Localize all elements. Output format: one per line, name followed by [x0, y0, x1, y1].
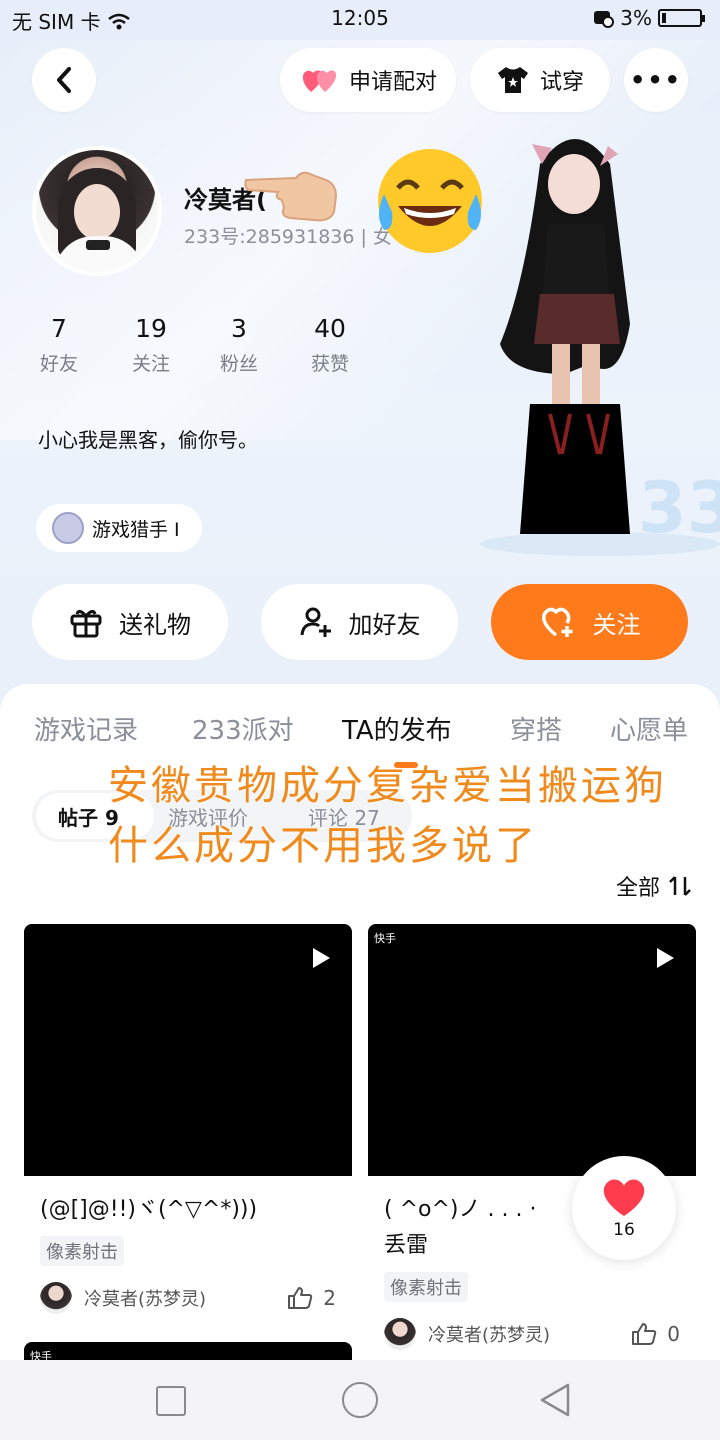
try-on-button[interactable]: 试穿: [470, 48, 610, 112]
heart-plus-icon: [541, 607, 572, 637]
like-count-value: 0: [667, 1322, 680, 1346]
like-count[interactable]: 2: [287, 1286, 336, 1310]
video-watermark: 快手: [374, 932, 396, 945]
stat-label: 关注: [131, 353, 170, 375]
status-bar: 无 SIM 卡 12:05 3%: [0, 0, 720, 34]
video-thumbnail[interactable]: 快手: [368, 924, 696, 1176]
tab-outfits[interactable]: 穿搭: [510, 710, 562, 747]
battery-icon: [658, 9, 705, 27]
gift-icon: [70, 609, 102, 638]
svg-text:33: 33: [638, 467, 720, 549]
stat-value: 3: [231, 314, 247, 343]
battery-percent: 3%: [620, 6, 652, 30]
tab-game-record[interactable]: 游戏记录: [34, 710, 138, 747]
stat-following[interactable]: 19 关注: [116, 314, 186, 376]
add-friend-label: 加好友: [348, 610, 421, 639]
more-button[interactable]: •••: [624, 48, 688, 112]
stat-fans[interactable]: 3 粉丝: [204, 314, 274, 376]
recent-apps-button[interactable]: [156, 1386, 186, 1416]
sort-arrows-icon: [669, 876, 691, 896]
post-card[interactable]: 快手 ( ^o^)ノ . . . · 丢雷 像素射击 冷莫者(苏梦灵) 0: [368, 924, 696, 1350]
profile-avatar[interactable]: [32, 146, 162, 276]
post-card[interactable]: (@[]@!!)ヾ(^▽^*))) 像素射击 冷莫者(苏梦灵) 2: [24, 924, 352, 1314]
thumbs-up-icon: [632, 1323, 657, 1345]
sort-filter[interactable]: 全部: [616, 870, 692, 902]
play-icon: [313, 948, 330, 968]
follow-button[interactable]: 关注: [491, 584, 688, 660]
badge-label: 游戏猎手 I: [92, 518, 180, 541]
data-saver-icon: [594, 11, 615, 28]
avatar: [40, 1282, 72, 1314]
double-heart-icon: [302, 70, 337, 92]
author-name: 冷莫者(苏梦灵): [428, 1325, 551, 1346]
stat-friends[interactable]: 7 好友: [24, 314, 94, 376]
heart-icon: [603, 1179, 645, 1216]
play-icon: [657, 948, 674, 968]
add-user-icon: [300, 607, 331, 637]
pointing-hand-sticker: [244, 171, 338, 222]
like-count[interactable]: 0: [631, 1322, 680, 1346]
home-button[interactable]: [342, 1382, 378, 1418]
stat-value: 19: [135, 314, 167, 343]
like-count-value: 2: [323, 1286, 336, 1310]
post-title: (@[]@!!)ヾ(^▽^*))): [40, 1197, 258, 1222]
floating-like-button[interactable]: 16: [572, 1156, 676, 1260]
stat-likes[interactable]: 40 获赞: [295, 314, 365, 376]
send-gift-label: 送礼物: [119, 610, 191, 639]
tab-ta-posts[interactable]: TA的发布: [342, 710, 452, 747]
apply-pair-label: 申请配对: [348, 70, 437, 95]
profile-uid: 233号:285931836 | 女: [184, 226, 392, 248]
stat-label: 好友: [39, 353, 78, 375]
back-button[interactable]: [32, 48, 96, 112]
game-tag[interactable]: 像素射击: [384, 1272, 468, 1302]
tshirt-icon: [497, 67, 528, 93]
profile-bio: 小心我是黑客，偷你号。: [38, 428, 258, 452]
floating-like-count: 16: [613, 1220, 635, 1240]
overlay-caption: 安徽贵物成分复杂爱当搬运狗什么成分不用我多说了: [108, 763, 667, 869]
sort-label: 全部: [615, 876, 660, 901]
tab-233-party[interactable]: 233派对: [192, 710, 294, 747]
add-friend-button[interactable]: 加好友: [261, 584, 458, 660]
tab-wishlist[interactable]: 心愿单: [610, 710, 688, 747]
stat-label: 获赞: [310, 353, 349, 375]
more-dots-icon: •••: [629, 66, 683, 94]
hunter-badge-icon: [52, 512, 84, 544]
stat-value: 40: [314, 314, 346, 343]
try-on-label: 试穿: [539, 70, 584, 95]
stat-value: 7: [51, 314, 67, 343]
avatar: [384, 1318, 416, 1350]
post-author[interactable]: 冷莫者(苏梦灵) 0: [368, 1302, 696, 1350]
follow-label: 关注: [592, 610, 641, 639]
apply-pair-button[interactable]: 申请配对: [280, 48, 456, 112]
thumbs-up-icon: [288, 1287, 313, 1309]
post-author[interactable]: 冷莫者(苏梦灵) 2: [24, 1266, 352, 1314]
game-tag[interactable]: 像素射击: [40, 1236, 124, 1266]
back-nav-button[interactable]: [538, 1382, 572, 1418]
achievement-badge[interactable]: 游戏猎手 I: [36, 504, 202, 552]
send-gift-button[interactable]: 送礼物: [32, 584, 228, 660]
chevron-left-icon: [57, 67, 71, 93]
video-thumbnail[interactable]: [24, 924, 352, 1176]
author-name: 冷莫者(苏梦灵): [84, 1289, 207, 1310]
stat-label: 粉丝: [219, 353, 258, 375]
avatar-3d-character[interactable]: 33: [470, 124, 720, 564]
